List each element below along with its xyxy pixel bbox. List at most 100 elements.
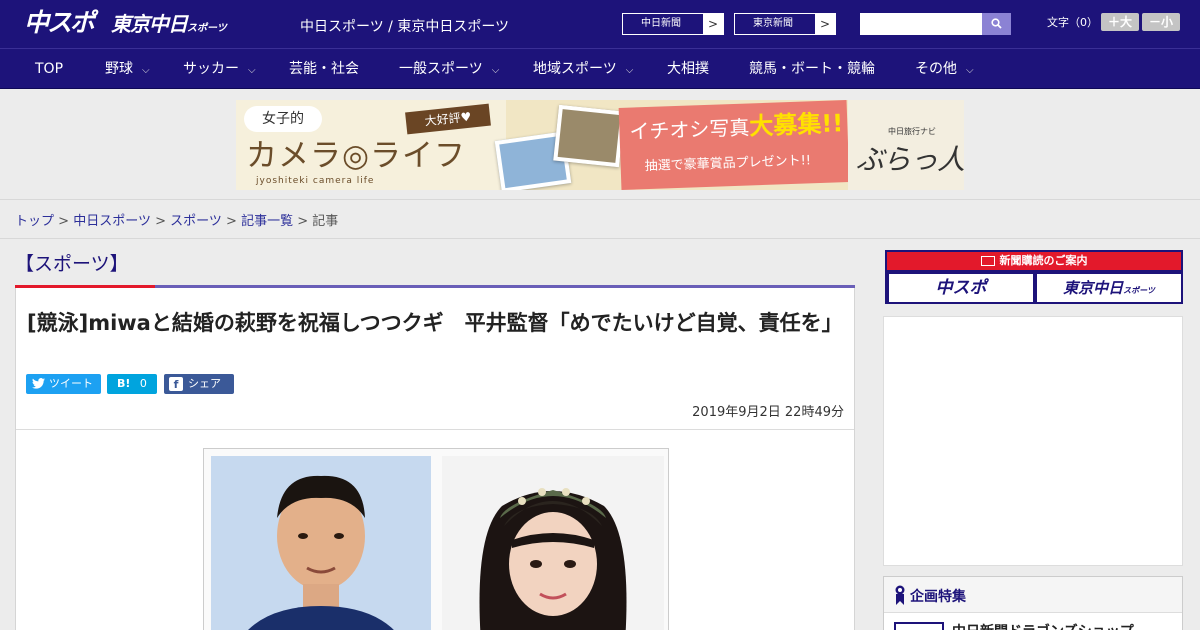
ticket-icon — [980, 256, 995, 266]
chevron-down-icon: ⌵ — [248, 65, 256, 76]
swimmer-portrait — [211, 456, 431, 630]
ad-zone: 女子的 カメラ◎ライフ jyoshiteki camera life 大好評♥ … — [0, 90, 1200, 200]
banner-title: カメラ◎ライフ — [246, 138, 467, 174]
article-photo-frame — [203, 448, 669, 630]
breadcrumb-separator: > — [58, 214, 70, 229]
feature-item-dragons-shop[interactable]: 中日新聞ドラゴンズショップ — [952, 621, 1134, 630]
banner-headline-big: 大募集!! — [748, 109, 844, 141]
breadcrumb-chunichi-sports[interactable]: 中日スポーツ — [73, 214, 151, 229]
nav-item-racing[interactable]: 競馬・ボート・競輪 — [749, 49, 875, 89]
hatena-icon: B! — [117, 377, 131, 390]
subscription-title: 新聞購読のご案内 — [887, 252, 1181, 270]
logo-tokyo-chunichi[interactable]: 東京中日スポーツ — [111, 12, 227, 41]
facebook-share-button[interactable]: f シェア 0 — [164, 374, 234, 410]
banner-brand: ぶらっ人 — [856, 143, 964, 176]
article-divider — [16, 429, 854, 430]
nav-label: 芸能・社会 — [289, 61, 359, 77]
dragons-shop-thumbnail[interactable] — [894, 622, 944, 630]
hatena-count: 0 — [139, 377, 147, 390]
breadcrumb-separator: > — [297, 214, 309, 229]
font-decrease-button[interactable]: －小 — [1142, 13, 1180, 31]
banner-subtitle: jyoshiteki camera life — [256, 176, 375, 186]
chevron-right-icon: > — [703, 14, 723, 34]
subscribe-chuspo-button[interactable]: 中スポ — [889, 274, 1033, 302]
breadcrumb-current: 記事 — [312, 214, 339, 229]
search-input[interactable] — [860, 13, 983, 35]
facebook-share-label: シェア — [188, 377, 221, 390]
banner-photo — [553, 104, 625, 168]
twitter-icon — [32, 378, 45, 389]
ribbon-icon — [895, 585, 905, 605]
subscribe-tokyo-suffix: スポーツ — [1123, 286, 1155, 295]
hatena-bookmark-button[interactable]: B! 0 — [107, 374, 157, 394]
chevron-right-icon: > — [815, 14, 835, 34]
facebook-count: 0 — [167, 397, 174, 410]
nav-item-top[interactable]: TOP — [35, 49, 63, 89]
breadcrumb-separator: > — [226, 214, 237, 229]
banner-headline: イチオシ写真大募集!! — [629, 109, 844, 144]
nav-item-regional-sports[interactable]: 地域スポーツ ⌵ — [533, 49, 633, 89]
breadcrumb-article-list[interactable]: 記事一覧 — [241, 214, 293, 229]
feature-title-text: 企画特集 — [910, 589, 966, 605]
subscription-title-text: 新聞購読のご案内 — [999, 254, 1088, 267]
article-photo-miwa[interactable] — [442, 456, 664, 630]
nav-label: その他 — [915, 61, 957, 77]
chevron-down-icon: ⌵ — [966, 65, 974, 76]
tweet-button[interactable]: ツイート — [26, 374, 101, 394]
nav-label: 地域スポーツ — [533, 61, 617, 77]
banner-bubble: 女子的 — [244, 106, 322, 132]
nav-label: 大相撲 — [667, 61, 709, 77]
logo-tokyo-suffix: スポーツ — [187, 23, 227, 34]
nav-item-baseball[interactable]: 野球 ⌵ — [105, 49, 150, 89]
top-header: 中スポ 東京中日スポーツ 中日スポーツ / 東京中日スポーツ 中日新聞 > 東京… — [0, 0, 1200, 48]
sidebar-ad-slot — [883, 316, 1183, 566]
nav-label: 野球 — [105, 61, 133, 77]
logo-chuspo[interactable]: 中スポ — [24, 8, 95, 38]
camera-life-banner[interactable]: 女子的 カメラ◎ライフ jyoshiteki camera life 大好評♥ … — [236, 100, 964, 190]
chevron-down-icon: ⌵ — [142, 65, 150, 76]
facebook-icon: f — [169, 377, 183, 391]
tweet-label: ツイート — [49, 377, 93, 390]
subscribe-tokyo-button[interactable]: 東京中日スポーツ — [1037, 274, 1181, 302]
nav-item-general-sports[interactable]: 一般スポーツ ⌵ — [399, 49, 499, 89]
breadcrumb-divider — [0, 238, 1200, 239]
feature-box: 企画特集 中日新聞ドラゴンズショップ — [883, 576, 1183, 630]
banner-brand-small: 中日旅行ナビ — [888, 127, 936, 136]
nav-label: 競馬・ボート・競輪 — [749, 61, 875, 77]
breadcrumb-separator: > — [155, 214, 166, 229]
breadcrumb: トップ > 中日スポーツ > スポーツ > 記事一覧 > 記事 — [15, 210, 338, 229]
category-heading: 【スポーツ】 — [15, 253, 129, 275]
paper-label: 東京新聞 — [753, 18, 793, 29]
paper-label: 中日新聞 — [641, 18, 681, 29]
subscribe-tokyo-label: 東京中日 — [1063, 279, 1124, 297]
article-photo-swimmer[interactable] — [211, 456, 431, 630]
nav-item-entertainment[interactable]: 芸能・社会 — [289, 49, 359, 89]
chevron-down-icon: ⌵ — [491, 65, 500, 76]
feature-title: 企画特集 — [884, 577, 1182, 613]
nav-item-sumo[interactable]: 大相撲 — [667, 49, 709, 89]
main-nav: TOP 野球 ⌵ サッカー ⌵ 芸能・社会 一般スポーツ ⌵ 地域スポーツ ⌵ 大相撲 … — [0, 48, 1200, 89]
nav-label: 一般スポーツ — [399, 61, 483, 77]
nav-label: TOP — [35, 61, 64, 77]
nav-item-other[interactable]: その他 ⌵ — [915, 49, 974, 89]
banner-photos — [494, 104, 625, 190]
breadcrumb-sports[interactable]: スポーツ — [170, 214, 222, 229]
chunichi-shimbun-link[interactable]: 中日新聞 > — [622, 13, 724, 35]
logo-tokyo-text: 東京中日 — [111, 12, 188, 36]
banner-campaign-panel: イチオシ写真大募集!! 抽選で豪華賞品プレゼント!! — [618, 100, 850, 190]
search-button[interactable] — [982, 13, 1011, 35]
miwa-portrait — [442, 456, 664, 630]
search-icon — [991, 18, 1002, 29]
breadcrumb-top[interactable]: トップ — [15, 214, 54, 229]
font-increase-button[interactable]: ＋大 — [1101, 13, 1139, 31]
article-card: [競泳]miwaと結婚の萩野を祝福しつつクギ 平井監督「めでたいけど自覚、責任を… — [15, 288, 855, 630]
article-date: 2019年9月2日 22時49分 — [692, 405, 844, 420]
banner-headline-prefix: イチオシ写真 — [629, 115, 750, 144]
chevron-down-icon: ⌵ — [625, 65, 634, 76]
article-headline: [競泳]miwaと結婚の萩野を祝福しつつクギ 平井監督「めでたいけど自覚、責任を… — [27, 311, 843, 335]
nav-item-soccer[interactable]: サッカー ⌵ — [183, 49, 256, 89]
banner-brand-panel: 中日旅行ナビ ぶらっ人 — [848, 100, 964, 190]
site-title: 中日スポーツ / 東京中日スポーツ — [300, 19, 510, 35]
tokyo-shimbun-link[interactable]: 東京新聞 > — [734, 13, 836, 35]
font-size-label: 文字（0） — [1047, 16, 1098, 29]
